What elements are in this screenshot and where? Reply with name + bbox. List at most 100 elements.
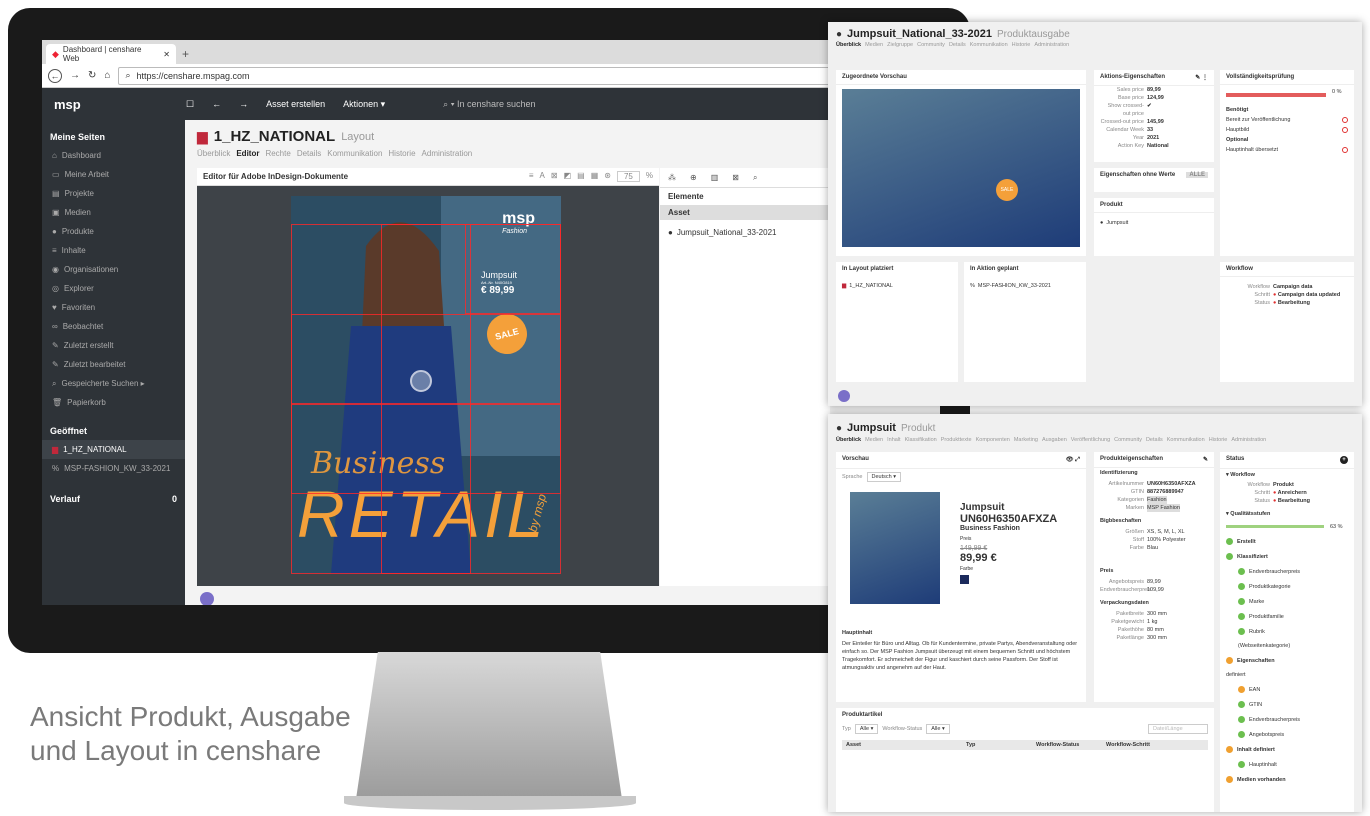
filter-input[interactable]: Datei/Länge: [1148, 724, 1208, 734]
list-item[interactable]: ● Jumpsuit_National_33-2021: [660, 220, 830, 245]
panel-toggle-icon[interactable]: ☐: [186, 99, 194, 110]
home-icon[interactable]: ⌂: [104, 70, 110, 81]
tab-content[interactable]: Inhalt: [887, 437, 900, 443]
fab-button[interactable]: [838, 390, 850, 402]
sidebar-item-favorites[interactable]: ♥ Favoriten: [42, 298, 185, 317]
col-type[interactable]: Typ: [966, 742, 1036, 748]
tab-details[interactable]: Details: [949, 42, 966, 48]
color-swatch[interactable]: [960, 575, 969, 584]
fit-icon[interactable]: ◩: [564, 171, 572, 182]
back-icon[interactable]: ←: [48, 68, 62, 83]
sidebar-item-trash[interactable]: 🗑 Papierkorb: [42, 393, 185, 412]
list-item[interactable]: % MSP-FASHION_KW_33-2021: [964, 276, 1086, 290]
zoom-unit[interactable]: %: [646, 171, 653, 182]
tab-components[interactable]: Komponenten: [976, 437, 1010, 443]
col-workflow-step[interactable]: Workflow-Schritt: [1106, 742, 1176, 748]
global-search[interactable]: ⌕ ▾ In censhare suchen: [443, 99, 535, 110]
tab-details[interactable]: Details: [1146, 437, 1163, 443]
sidebar-item-my-work[interactable]: ▭ Meine Arbeit: [42, 165, 185, 184]
language-select[interactable]: Deutsch ▾: [866, 472, 901, 482]
zoom-value[interactable]: 75: [616, 171, 640, 182]
page-icon[interactable]: ▦: [591, 171, 599, 182]
tab-rights[interactable]: Rechte: [265, 149, 290, 158]
sidebar-item-recently-created[interactable]: ✎ Zuletzt erstellt: [42, 336, 185, 355]
quality-item[interactable]: EAN: [1220, 682, 1354, 697]
tab-media[interactable]: Medien: [865, 42, 883, 48]
quality-item[interactable]: Hauptinhalt: [1220, 757, 1354, 772]
quality-item[interactable]: Medien vorhanden: [1220, 772, 1354, 787]
quality-heading[interactable]: ▾ Qualitätsstufen: [1220, 505, 1354, 519]
layout-frame[interactable]: [291, 404, 561, 494]
url-field[interactable]: ⌕ https://censhare.mspag.com: [118, 66, 916, 85]
quality-item[interactable]: Erstellt: [1220, 534, 1354, 549]
preview-icon[interactable]: ▤: [577, 171, 585, 182]
new-tab-button[interactable]: +: [182, 47, 189, 61]
quality-item[interactable]: Eigenschaften: [1220, 653, 1354, 668]
edit-icon[interactable]: ✎ ⋮: [1195, 74, 1208, 81]
tab-community[interactable]: Community: [917, 42, 945, 48]
quality-item[interactable]: Produktfamilie: [1220, 609, 1354, 624]
tab-editor[interactable]: Editor: [236, 149, 259, 158]
add-icon[interactable]: +: [1340, 456, 1348, 464]
tab-target-group[interactable]: Zielgruppe: [887, 42, 913, 48]
image-frame-icon[interactable]: ⊠: [551, 171, 558, 182]
tab-history[interactable]: Historie: [1209, 437, 1228, 443]
edit-icon[interactable]: ✎: [1203, 456, 1208, 463]
sidebar-item-explorer[interactable]: ◎ Explorer: [42, 279, 185, 298]
tab-communication[interactable]: Kommunikation: [327, 149, 382, 158]
elements-column-asset[interactable]: Asset: [660, 205, 830, 220]
product-preview-image[interactable]: [850, 492, 940, 604]
quality-item[interactable]: GTIN: [1220, 697, 1354, 712]
check-item[interactable]: Hauptbild: [1220, 125, 1354, 135]
sidebar-item-products[interactable]: ● Produkte: [42, 222, 185, 241]
forward-arrow-icon[interactable]: →: [239, 99, 248, 109]
filter-wf-select[interactable]: Alle ▾: [926, 724, 950, 734]
tab-overview[interactable]: Überblick: [836, 437, 861, 443]
tab-publication[interactable]: Veröffentlichung: [1071, 437, 1110, 443]
tab-overview[interactable]: Überblick: [197, 149, 230, 158]
link-icon[interactable]: ⊕: [690, 173, 697, 182]
quality-item[interactable]: Produktkategorie: [1220, 579, 1354, 594]
sidebar-opened-action[interactable]: % MSP-FASHION_KW_33-2021: [42, 459, 185, 478]
sidebar-item-watched[interactable]: ∞ Beobachtet: [42, 317, 185, 336]
col-asset[interactable]: Asset: [846, 742, 966, 748]
tab-media[interactable]: Medien: [865, 437, 883, 443]
sidebar-heading-history[interactable]: Verlauf 0: [42, 490, 185, 508]
tab-history[interactable]: Historie: [388, 149, 415, 158]
quality-item[interactable]: Klassifiziert: [1220, 549, 1354, 564]
sidebar-item-organisations[interactable]: ◉ Organisationen: [42, 260, 185, 279]
reload-icon[interactable]: ↻: [88, 70, 96, 81]
sidebar-item-projects[interactable]: ▤ Projekte: [42, 184, 185, 203]
sidebar-item-content[interactable]: ≡ Inhalte: [42, 241, 185, 260]
workflow-heading[interactable]: ▾ Workflow: [1220, 469, 1354, 481]
show-all-button[interactable]: ALLE: [1186, 172, 1208, 178]
list-item[interactable]: ▆ 1_HZ_NATIONAL: [836, 276, 958, 290]
filter-type-select[interactable]: Alle ▾: [854, 724, 879, 734]
tab-communication[interactable]: Kommunikation: [1167, 437, 1205, 443]
browser-tab[interactable]: ◆ Dashboard | censhare Web ✕: [46, 44, 176, 64]
sidebar-item-recently-edited[interactable]: ✎ Zuletzt bearbeitet: [42, 355, 185, 374]
quality-item[interactable]: Marke: [1220, 594, 1354, 609]
create-asset-button[interactable]: Asset erstellen: [266, 99, 325, 109]
quality-item[interactable]: Inhalt definiert: [1220, 742, 1354, 757]
app-logo[interactable]: msp: [42, 97, 186, 112]
tab-marketing[interactable]: Marketing: [1014, 437, 1038, 443]
quality-item[interactable]: Endverbraucherpreis: [1220, 712, 1354, 727]
preview-image[interactable]: SALE: [842, 89, 1080, 247]
sidebar-item-media[interactable]: ▣ Medien: [42, 203, 185, 222]
check-item[interactable]: Bereit zur Veröffentlichung: [1220, 115, 1354, 125]
tab-classification[interactable]: Klassifikation: [905, 437, 937, 443]
quality-item[interactable]: Endverbraucherpreis: [1220, 564, 1354, 579]
tree-icon[interactable]: ⁂: [668, 173, 676, 182]
tab-administration[interactable]: Administration: [1231, 437, 1266, 443]
tab-history[interactable]: Historie: [1012, 42, 1031, 48]
quality-item[interactable]: Angebotspreis: [1220, 727, 1354, 742]
fab-button[interactable]: [200, 592, 214, 605]
list-item[interactable]: ● Jumpsuit: [1094, 213, 1214, 227]
sidebar-item-saved-searches[interactable]: ⌕ Gespeicherte Suchen ▸: [42, 374, 185, 393]
check-item[interactable]: Hauptinhalt übersetzt: [1220, 145, 1354, 155]
tab-community[interactable]: Community: [1114, 437, 1142, 443]
tab-administration[interactable]: Administration: [1034, 42, 1069, 48]
quality-item[interactable]: definiert: [1220, 668, 1354, 682]
preview-tools-icon[interactable]: 👁 ⤢: [1066, 456, 1080, 464]
